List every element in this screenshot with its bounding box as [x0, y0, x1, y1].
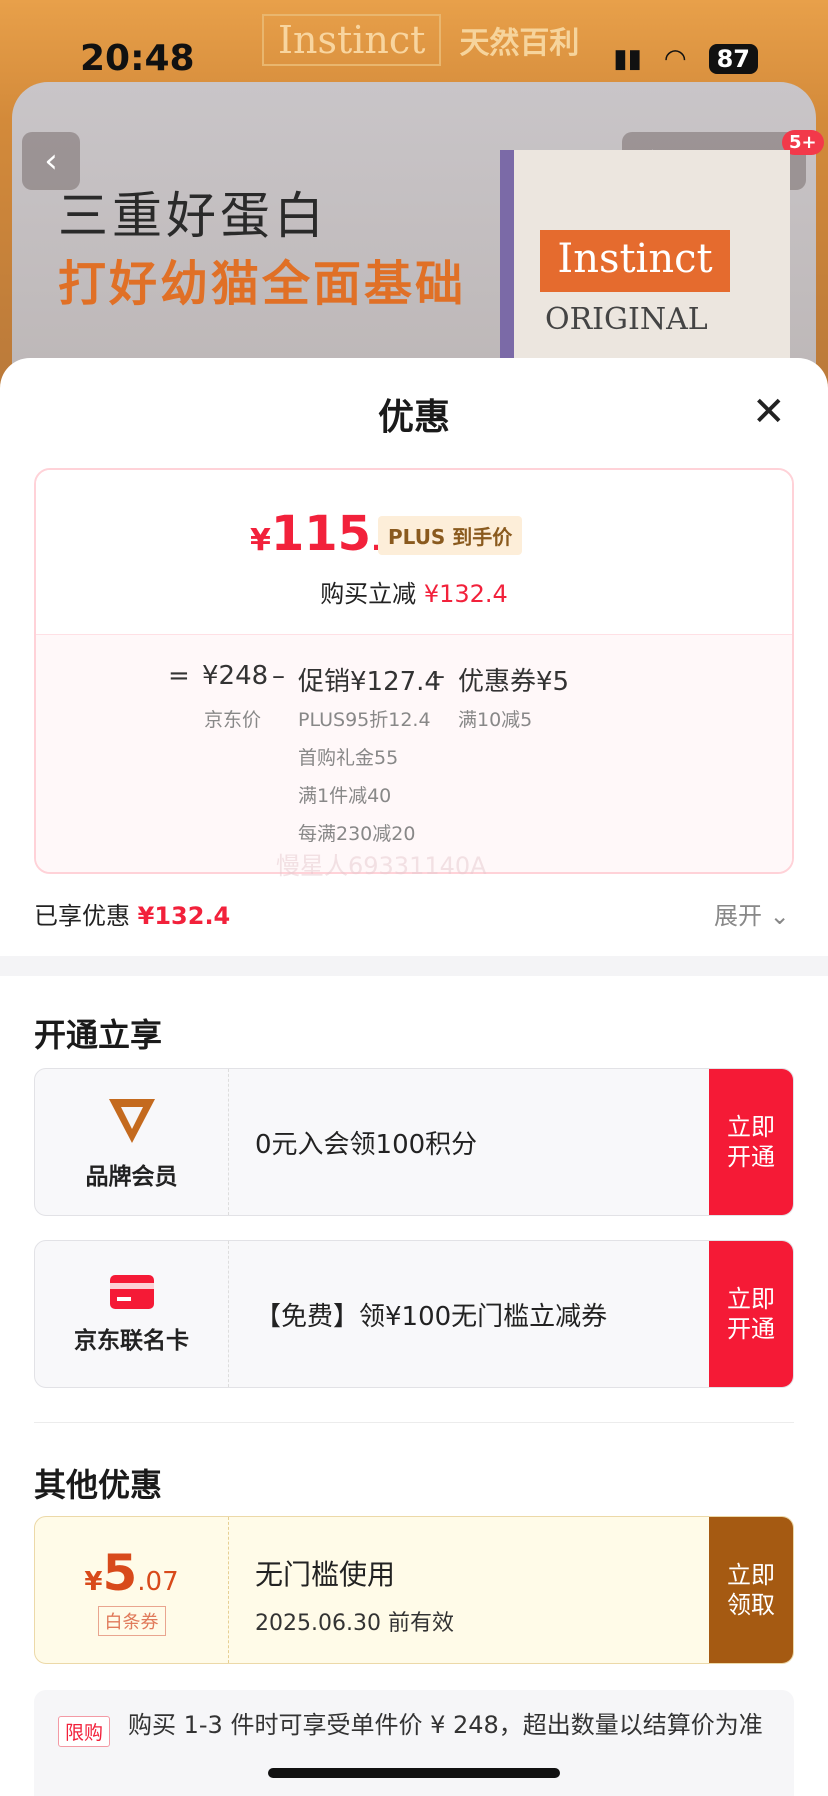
watermark: 慢星人69331140A: [276, 852, 487, 880]
promo-item: PLUS95折12.4: [298, 709, 431, 731]
wifi-icon: ◠: [663, 44, 687, 74]
calc-area: = ¥248 京东价 – 促销¥127.4 PLUS95折12.4 首购礼金55…: [36, 634, 792, 872]
brand-header: Instinct 天然百利: [262, 14, 579, 66]
open-section-title: 开通立享: [34, 1016, 163, 1054]
open-now-button[interactable]: 立即 开通: [709, 1069, 793, 1215]
promo-item: 每满230减20: [298, 823, 416, 845]
home-indicator[interactable]: [268, 1768, 560, 1778]
offer-name: 京东联名卡: [74, 1328, 189, 1354]
close-icon[interactable]: ✕: [752, 392, 786, 432]
jd-card-offer: 京东联名卡 【免费】领¥100无门槛立减券 立即 开通: [34, 1240, 794, 1388]
divider: [34, 1422, 794, 1423]
coupon-expiry: 2025.06.30 前有效: [255, 1611, 454, 1636]
status-icons: ▮▮ ◠ 87: [613, 44, 758, 74]
btn-line: 立即: [727, 1113, 775, 1141]
chevron-left-icon: ‹: [44, 141, 58, 181]
section-gap: [0, 956, 828, 976]
price-breakdown-card: ¥ 115 .6 PLUS 到手价 购买立减 ¥132.4 = ¥248 京东价…: [34, 468, 794, 874]
offer-left: 品牌会员: [35, 1069, 229, 1215]
btn-line: 开通: [727, 1143, 775, 1171]
status-time: 20:48: [80, 38, 195, 79]
banner-subheadline: 打好幼猫全面基础: [58, 256, 467, 312]
coupon-left: ¥ 5 .07 白条券: [35, 1517, 229, 1663]
jd-price-label: 京东价: [204, 709, 262, 731]
coupon-type-tag: 白条券: [97, 1606, 166, 1636]
battery-icon: 87: [708, 44, 758, 74]
open-now-button[interactable]: 立即 开通: [709, 1241, 793, 1387]
purchase-limit-note: 限购 购买 1-3 件时可享受单件价 ¥ 248，超出数量以结算价为准: [34, 1690, 794, 1796]
plus-price-tag: PLUS 到手价: [378, 516, 523, 555]
coupon-integer: 5: [102, 1544, 138, 1602]
limit-tag: 限购: [58, 1716, 111, 1747]
coupon-decimal: .07: [137, 1567, 179, 1597]
sheet-title: 优惠: [377, 397, 450, 438]
bag-brand-label: Instinct: [540, 230, 730, 292]
reduce-line: 购买立减 ¥132.4: [36, 574, 792, 609]
expand-button[interactable]: 展开 ⌄: [714, 896, 790, 931]
calc-minus-2: –: [432, 661, 445, 691]
offer-left: 京东联名卡: [35, 1241, 229, 1387]
price-integer: 115: [270, 506, 372, 562]
baitiao-coupon: ¥ 5 .07 白条券 无门槛使用 2025.06.30 前有效 立即 领取: [34, 1516, 794, 1664]
claim-button[interactable]: 立即 领取: [709, 1517, 793, 1663]
promo-total: 促销¥127.4: [298, 667, 441, 697]
brand-v-icon: [108, 1099, 155, 1143]
promo-item: 满1件减40: [298, 785, 392, 807]
reduce-value: ¥132.4: [423, 580, 508, 608]
coupon-item: 满10减5: [458, 709, 533, 731]
brand-name-cn: 天然百利: [459, 26, 580, 61]
signal-icon: ▮▮: [613, 44, 642, 74]
calc-minus-1: –: [272, 661, 285, 691]
jd-price: ¥248: [202, 661, 269, 691]
reduce-label: 购买立减: [320, 580, 417, 608]
brand-member-offer: 品牌会员 0元入会领100积分 立即 开通: [34, 1068, 794, 1216]
price-currency: ¥: [250, 523, 271, 558]
coupon-amount: ¥ 5 .07: [84, 1544, 178, 1602]
bag-variant-label: ORIGINAL: [545, 302, 708, 337]
promo-item: 首购礼金55: [298, 747, 399, 769]
summary-label: 已享优惠: [34, 902, 130, 930]
coupon-total: 优惠券¥5: [458, 667, 570, 697]
btn-line: 领取: [727, 1591, 775, 1619]
chevron-down-icon: ⌄: [769, 902, 790, 930]
brand-logo: Instinct: [262, 14, 442, 66]
discount-summary: 已享优惠 ¥132.4: [34, 896, 230, 931]
calc-eq: =: [168, 661, 190, 691]
btn-line: 立即: [727, 1561, 775, 1589]
coupon-currency: ¥: [84, 1567, 103, 1597]
offer-text: 0元入会领100积分: [255, 1129, 478, 1160]
summary-value: ¥132.4: [137, 902, 231, 930]
btn-line: 开通: [727, 1315, 775, 1343]
offer-text: 【免费】领¥100无门槛立减券: [255, 1301, 608, 1332]
expand-label: 展开: [714, 902, 762, 930]
coupon-title: 无门槛使用: [255, 1558, 396, 1591]
banner-headline: 三重好蛋白: [58, 187, 328, 245]
credit-card-icon: [109, 1275, 154, 1309]
other-section-title: 其他优惠: [34, 1466, 163, 1504]
btn-line: 立即: [727, 1285, 775, 1313]
limit-text: 购买 1-3 件时可享受单件价 ¥ 248，超出数量以结算价为准: [128, 1711, 763, 1739]
offer-name: 品牌会员: [85, 1164, 178, 1190]
